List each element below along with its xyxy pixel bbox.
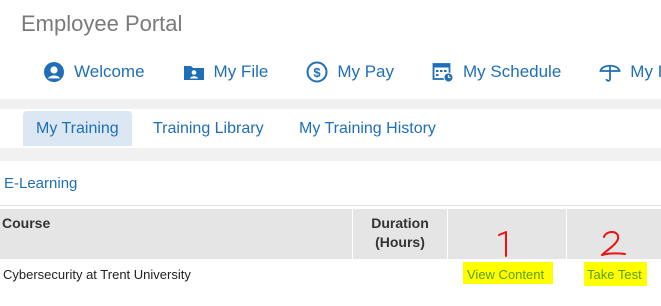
annotation-number-2: [601, 231, 626, 256]
column-header-duration: Duration (Hours): [353, 214, 447, 264]
duration-label-line1: Duration: [371, 215, 429, 231]
tab-training-library[interactable]: Training Library: [140, 111, 277, 146]
portal-header: Employee Portal Welcome My File $ My Pay: [0, 0, 661, 99]
calendar-icon: [432, 63, 454, 83]
nav-my-pay-label: My Pay: [337, 62, 395, 81]
training-tabs: My Training Training Library My Training…: [0, 109, 661, 148]
column-divider: [566, 209, 567, 259]
nav-my-i[interactable]: My I: [599, 57, 661, 87]
nav-my-schedule[interactable]: My Schedule: [432, 57, 561, 87]
dollar-icon: $: [306, 61, 328, 83]
column-header-course: Course: [2, 215, 51, 231]
elearning-panel: E-Learning Course Duration (Hours) Cyber…: [0, 161, 661, 306]
section-title: E-Learning: [4, 175, 78, 192]
take-test-link[interactable]: Take Test: [587, 267, 642, 282]
spacer: [0, 99, 661, 109]
tab-my-training[interactable]: My Training: [23, 111, 132, 146]
view-content-link[interactable]: View Content: [467, 267, 544, 282]
table-row: Cybersecurity at Trent University View C…: [0, 259, 661, 289]
portal-title: Employee Portal: [21, 11, 183, 36]
duration-label-line2: (Hours): [375, 234, 425, 250]
divider: [0, 205, 661, 206]
table-header: Course Duration (Hours): [0, 209, 661, 259]
nav-welcome[interactable]: Welcome: [43, 57, 145, 87]
annotation-number-1: [498, 231, 507, 257]
nav-welcome-label: Welcome: [74, 62, 145, 81]
nav-my-file-label: My File: [213, 62, 269, 81]
folder-user-icon: [183, 66, 204, 80]
user-icon: [44, 62, 64, 82]
umbrella-icon: [599, 64, 621, 82]
nav-my-pay[interactable]: $ My Pay: [306, 57, 394, 87]
nav-my-schedule-label: My Schedule: [463, 62, 562, 81]
tab-my-training-history[interactable]: My Training History: [286, 111, 449, 146]
svg-text:$: $: [314, 65, 322, 80]
course-name: Cybersecurity at Trent University: [3, 267, 191, 282]
nav-my-i-label: My I: [630, 62, 661, 81]
main-nav: Welcome My File $ My Pay My Schedule My …: [43, 57, 661, 87]
nav-my-file[interactable]: My File: [183, 57, 269, 87]
column-divider: [447, 209, 448, 259]
spacer: [0, 148, 661, 161]
